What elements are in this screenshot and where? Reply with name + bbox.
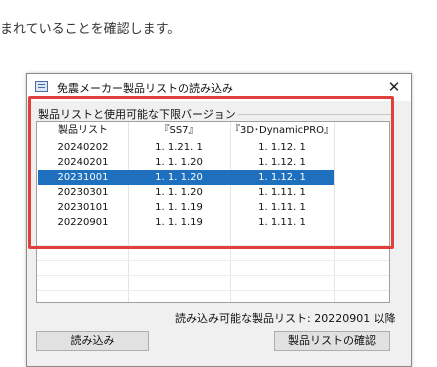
row-3d-version: 1. 1.12. 1 (258, 142, 306, 153)
product-list[interactable]: 製品リスト 『SS7』 『3D･DynamicPRO』 20240202 1. … (36, 121, 390, 303)
load-button[interactable]: 読み込み (36, 331, 149, 351)
close-button[interactable]: ✕ (385, 77, 403, 97)
row-ss7-version: 1. 1. 1.20 (155, 157, 203, 168)
row-product-list: 20240201 (57, 157, 109, 168)
row-product-list: 20231001 (38, 170, 128, 185)
list-row-selected[interactable]: 20231001 1. 1. 1.20 1. 1.12. 1 (37, 170, 389, 185)
list-row[interactable]: 20240201 1. 1. 1.20 1. 1.12. 1 (37, 155, 389, 170)
row-ss7-version: 1. 1.21. 1 (155, 142, 203, 153)
row-ss7-version: 1. 1. 1.20 (128, 170, 230, 185)
column-header-3d-dynamicpro[interactable]: 『3D･DynamicPRO』 (230, 123, 334, 138)
grid-line (37, 275, 389, 276)
list-row[interactable]: 20230301 1. 1. 1.20 1. 1.11. 1 (37, 185, 389, 200)
list-row[interactable]: 20230101 1. 1. 1.19 1. 1.11. 1 (37, 200, 389, 215)
column-header-ss7[interactable]: 『SS7』 (128, 123, 230, 138)
check-product-list-button[interactable]: 製品リストの確認 (274, 331, 390, 351)
row-ss7-version: 1. 1. 1.20 (155, 187, 203, 198)
grid-line (37, 290, 389, 291)
list-row[interactable]: 20240202 1. 1.21. 1 1. 1.12. 1 (37, 140, 389, 155)
dialog-titlebar: 免震メーカー製品リストの読み込み ✕ (27, 74, 411, 101)
row-product-list: 20230101 (57, 202, 109, 213)
row-3d-version: 1. 1.12. 1 (230, 170, 334, 185)
list-row[interactable]: 20220901 1. 1. 1.19 1. 1.11. 1 (37, 215, 389, 230)
intro-text: まれていることを確認します。 (0, 22, 181, 37)
import-dialog: 免震メーカー製品リストの読み込み ✕ 製品リストと使用可能な下限バージョン 製品… (26, 73, 412, 367)
group-label: 製品リストと使用可能な下限バージョン (38, 106, 238, 122)
row-3d-version: 1. 1.11. 1 (258, 217, 306, 228)
column-header-product-list[interactable]: 製品リスト (38, 123, 128, 138)
row-3d-version: 1. 1.11. 1 (258, 187, 306, 198)
grid-line (37, 245, 389, 246)
row-3d-version: 1. 1.11. 1 (258, 202, 306, 213)
row-product-list: 20230301 (57, 187, 109, 198)
row-ss7-version: 1. 1. 1.19 (155, 217, 203, 228)
row-3d-version: 1. 1.12. 1 (258, 157, 306, 168)
grid-line (37, 260, 389, 261)
dialog-title: 免震メーカー製品リストの読み込み (57, 82, 233, 95)
supported-list-text: 読み込み可能な製品リスト: 20220901 以降 (175, 312, 396, 325)
row-ss7-version: 1. 1. 1.19 (155, 202, 203, 213)
window-icon (35, 81, 48, 92)
list-header: 製品リスト 『SS7』 『3D･DynamicPRO』 (37, 123, 389, 138)
row-product-list: 20240202 (57, 142, 109, 153)
row-product-list: 20220901 (57, 217, 109, 228)
